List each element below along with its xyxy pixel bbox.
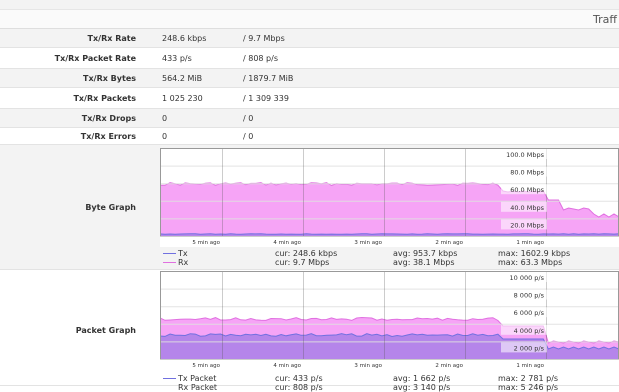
stat-row-drops: Tx/Rx Drops 0 / 0 xyxy=(0,109,619,128)
y-tick-label: 6 000 p/s xyxy=(514,309,545,317)
stat-row-errors: Tx/Rx Errors 0 / 0 xyxy=(0,128,619,145)
byte-graph-label: Byte Graph xyxy=(85,203,136,212)
legend-rx-packet-avg: avg: 3 140 p/s xyxy=(393,383,451,392)
stat-label: Tx/Rx Drops xyxy=(81,114,136,123)
x-axis-strip xyxy=(160,236,619,247)
packet-graph-canvas: 10 000 p/s 8 000 p/s 6 000 p/s 4 000 p/s 2 0… xyxy=(160,271,619,370)
stat-row-bytes: Tx/Rx Bytes 564.2 MiB / 1879.7 MiB xyxy=(0,69,619,88)
legend-rx-cur: cur: 9.7 Mbps xyxy=(275,258,330,267)
legend-tx-cur: cur: 248.6 kbps xyxy=(275,249,338,258)
stat-label: Tx/Rx Errors xyxy=(80,132,136,141)
y-tick-label: 2 000 p/s xyxy=(514,344,545,352)
legend-rx-name: Rx xyxy=(178,258,189,267)
legend-tx-packet-avg: avg: 1 662 p/s xyxy=(393,374,451,383)
stat-label: Tx/Rx Rate xyxy=(87,34,136,43)
stat-label: Tx/Rx Packets xyxy=(73,94,136,103)
stat-row-tx-rx-rate: Tx/Rx Rate 248.6 kbps / 9.7 Mbps xyxy=(0,29,619,48)
byte-graph-canvas: 100.0 Mbps 80.0 Mbps 60.0 Mbps 40.0 Mbps 20.… xyxy=(160,148,619,247)
y-tick-label: 100.0 Mbps xyxy=(506,151,545,159)
stat-tx-value: 0 xyxy=(162,132,168,141)
tx-packet-legend-swatch xyxy=(163,378,176,379)
stat-label: Tx/Rx Bytes xyxy=(83,74,136,83)
tx-line xyxy=(160,233,619,235)
stat-tx-value: 433 p/s xyxy=(162,54,192,63)
legend-rx-max: max: 63.3 Mbps xyxy=(498,258,563,267)
stat-row-packets: Tx/Rx Packets 1 025 230 / 1 309 339 xyxy=(0,88,619,109)
x-tick-label: 5 min ago xyxy=(192,363,220,369)
stat-tx-value: 0 xyxy=(162,114,168,123)
packet-graph: 10 000 p/s 8 000 p/s 6 000 p/s 4 000 p/s 2 0… xyxy=(160,271,619,370)
stat-row-packet-rate: Tx/Rx Packet Rate 433 p/s / 808 p/s xyxy=(0,48,619,69)
y-tick-label: 60.0 Mbps xyxy=(510,186,544,194)
rx-legend-swatch xyxy=(163,262,176,263)
legend-rx-packet-name: Rx Packet xyxy=(178,383,218,392)
stat-rx-value: / 1879.7 MiB xyxy=(243,74,294,83)
legend-tx-name: Tx xyxy=(178,249,188,258)
x-tick-label: 4 min ago xyxy=(273,363,301,369)
y-tick-label: 80.0 Mbps xyxy=(510,169,544,177)
x-tick-label: 1 min ago xyxy=(516,363,544,369)
x-tick-label: 3 min ago xyxy=(354,240,382,246)
stat-tx-value: 564.2 MiB xyxy=(162,74,203,83)
y-tick-label: 10 000 p/s xyxy=(509,274,544,282)
stat-tx-value: 248.6 kbps xyxy=(162,34,207,43)
stat-rx-value: / 9.7 Mbps xyxy=(243,34,285,43)
x-axis-strip xyxy=(160,359,619,370)
legend-rx-packet-cur: cur: 808 p/s xyxy=(275,383,323,392)
x-tick-label: 1 min ago xyxy=(516,240,544,246)
y-tick-label: 20.0 Mbps xyxy=(510,221,544,229)
x-tick-label: 4 min ago xyxy=(273,240,301,246)
x-tick-label: 2 min ago xyxy=(435,240,463,246)
y-tick-label: 4 000 p/s xyxy=(514,327,545,335)
legend-rx-packet-max: max: 5 246 p/s xyxy=(498,383,559,392)
section-title-bar: Traff xyxy=(0,10,619,29)
legend-tx-packet-max: max: 2 781 p/s xyxy=(498,374,559,383)
y-tick-label: 8 000 p/s xyxy=(514,292,545,300)
x-tick-label: 2 min ago xyxy=(435,363,463,369)
byte-graph-row: Byte Graph 100.0 Mbps 80.0 Mbps 60.0 Mbps 4… xyxy=(0,145,619,270)
packet-graph-row: Packet Graph 10 000 p/s 8 000 p/s 6 000 p/… xyxy=(0,270,619,392)
stat-rx-value: / 808 p/s xyxy=(243,54,278,63)
stat-label: Tx/Rx Packet Rate xyxy=(54,54,136,63)
legend-rx-avg: avg: 38.1 Mbps xyxy=(393,258,455,267)
legend-tx-avg: avg: 953.7 kbps xyxy=(393,249,458,258)
legend-tx-packet-name: Tx Packet xyxy=(178,374,217,383)
x-tick-label: 5 min ago xyxy=(192,240,220,246)
section-title: Traff xyxy=(593,13,617,26)
top-bar xyxy=(0,0,619,10)
byte-graph: 100.0 Mbps 80.0 Mbps 60.0 Mbps 40.0 Mbps 20.… xyxy=(160,148,619,247)
stat-rx-value: / 0 xyxy=(243,114,254,123)
stat-tx-value: 1 025 230 xyxy=(162,94,203,103)
stat-rx-value: / 1 309 339 xyxy=(243,94,289,103)
packet-graph-label: Packet Graph xyxy=(75,326,136,335)
x-tick-label: 3 min ago xyxy=(354,363,382,369)
y-tick-label: 40.0 Mbps xyxy=(510,204,544,212)
legend-tx-max: max: 1602.9 kbps xyxy=(498,249,571,258)
stat-rx-value: / 0 xyxy=(243,132,254,141)
tx-legend-swatch xyxy=(163,253,176,254)
legend-tx-packet-cur: cur: 433 p/s xyxy=(275,374,323,383)
